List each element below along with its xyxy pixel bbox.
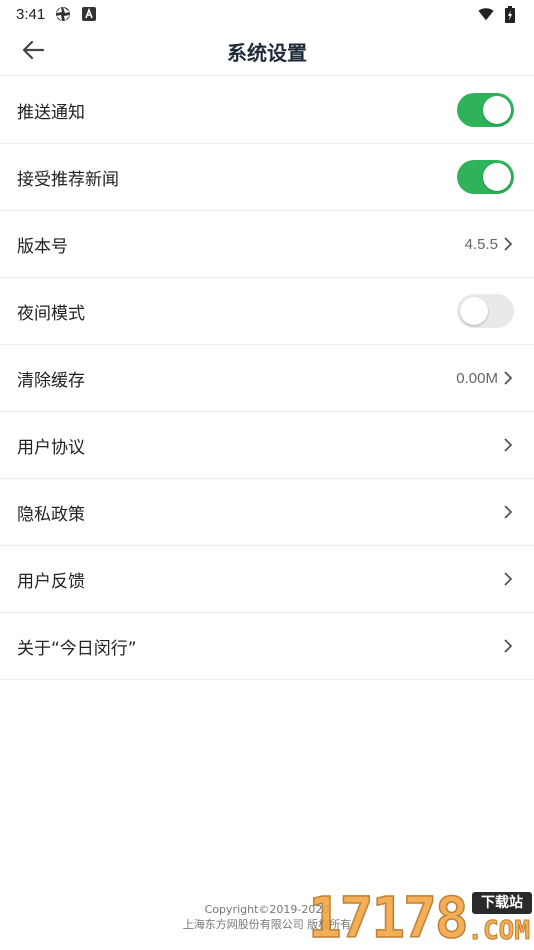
row-right: 4.5.5 (465, 236, 514, 253)
row-right: 0.00M (456, 370, 514, 387)
setting-label: 夜间模式 (17, 303, 85, 324)
footer: Copyright©2019-2020 上海东方网股份有限公司 版权所有 (0, 902, 534, 932)
chevron-right-icon (502, 437, 514, 453)
chevron-right-icon (502, 370, 514, 386)
setting-privacy-policy[interactable]: 隐私政策 (0, 479, 534, 546)
row-right (502, 437, 514, 453)
setting-label: 版本号 (17, 236, 68, 257)
toggle-knob (483, 96, 511, 124)
arrow-left-icon (22, 40, 45, 64)
night-mode-toggle[interactable] (457, 294, 514, 328)
row-right (502, 571, 514, 587)
setting-push-notifications[interactable]: 推送通知 (0, 77, 534, 144)
setting-label: 用户反馈 (17, 571, 85, 592)
page-title: 系统设置 (227, 41, 307, 65)
setting-label: 关于“今日闵行” (17, 638, 137, 659)
chevron-right-icon (502, 571, 514, 587)
setting-recommended-news[interactable]: 接受推荐新闻 (0, 144, 534, 211)
wifi-icon (478, 6, 494, 22)
cache-size-value: 0.00M (456, 369, 498, 387)
setting-label: 用户协议 (17, 437, 85, 458)
row-right (457, 160, 514, 194)
battery-charging-icon (502, 5, 518, 23)
setting-label: 隐私政策 (17, 504, 85, 525)
company-text: 上海东方网股份有限公司 版权所有 (182, 918, 352, 931)
chevron-right-icon (502, 504, 514, 520)
header: 系统设置 (0, 28, 534, 76)
setting-night-mode[interactable]: 夜间模式 (0, 278, 534, 345)
toggle-knob (460, 297, 488, 325)
back-button[interactable] (18, 38, 48, 66)
recommended-news-toggle[interactable] (457, 160, 514, 194)
setting-user-agreement[interactable]: 用户协议 (0, 412, 534, 479)
status-right (478, 5, 518, 23)
status-time: 3:41 (16, 5, 46, 23)
status-left: 3:41 (16, 6, 97, 23)
version-value: 4.5.5 (464, 235, 498, 253)
row-right (502, 638, 514, 654)
setting-about[interactable]: 关于“今日闵行” (0, 613, 534, 680)
chevron-right-icon (502, 236, 514, 252)
setting-label: 接受推荐新闻 (17, 169, 119, 190)
row-right (502, 504, 514, 520)
setting-user-feedback[interactable]: 用户反馈 (0, 546, 534, 613)
screen: 3:41 系统设置 推送通知 接受推荐新闻 版本号 4.5.5 夜间模式 清除缓… (0, 0, 534, 950)
setting-version[interactable]: 版本号 4.5.5 (0, 211, 534, 278)
a-square-icon (81, 6, 97, 22)
row-right (457, 93, 514, 127)
status-bar: 3:41 (0, 0, 534, 28)
setting-label: 推送通知 (17, 102, 85, 123)
push-notifications-toggle[interactable] (457, 93, 514, 127)
settings-list: 推送通知 接受推荐新闻 版本号 4.5.5 夜间模式 清除缓存 0.00M 用户… (0, 77, 534, 680)
toggle-knob (483, 163, 511, 191)
row-right (457, 294, 514, 328)
aperture-icon (55, 6, 71, 22)
setting-label: 清除缓存 (17, 370, 85, 391)
chevron-right-icon (502, 638, 514, 654)
copyright-text: Copyright©2019-2020 (204, 903, 330, 916)
setting-clear-cache[interactable]: 清除缓存 0.00M (0, 345, 534, 412)
